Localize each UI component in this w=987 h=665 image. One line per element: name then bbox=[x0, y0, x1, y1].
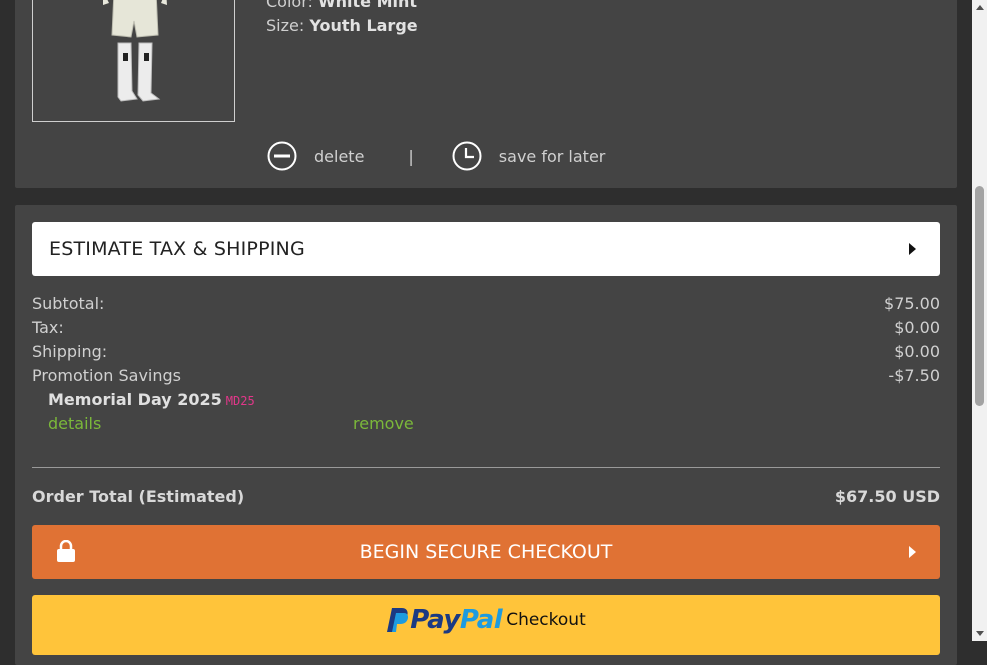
clock-icon[interactable] bbox=[452, 141, 482, 171]
caret-right-icon bbox=[909, 546, 916, 558]
paypal-checkout-button[interactable]: PayPal Checkout bbox=[32, 595, 940, 655]
product-image[interactable] bbox=[32, 0, 235, 122]
size-value: Youth Large bbox=[309, 16, 418, 35]
promo-code: MD25 bbox=[225, 394, 255, 408]
paypal-p-icon bbox=[387, 608, 409, 632]
color-value: White Mint bbox=[317, 0, 418, 11]
promotion-savings-label: Promotion Savings bbox=[32, 366, 181, 385]
item-actions: delete | save for later bbox=[267, 140, 605, 172]
divider bbox=[32, 467, 940, 468]
estimate-label: ESTIMATE TAX & SHIPPING bbox=[49, 238, 305, 260]
scrollbar-thumb[interactable] bbox=[975, 186, 984, 406]
tax-row: Tax: $0.00 bbox=[32, 316, 940, 340]
uniform-product-image bbox=[103, 0, 167, 102]
product-color: Color: White Mint bbox=[266, 0, 418, 14]
begin-secure-checkout-button[interactable]: BEGIN SECURE CHECKOUT bbox=[32, 525, 940, 579]
scroll-down-arrow-icon[interactable] bbox=[976, 631, 984, 636]
delete-link[interactable]: delete bbox=[314, 147, 364, 166]
caret-right-icon bbox=[909, 243, 916, 255]
save-for-later-link[interactable]: save for later bbox=[499, 147, 606, 166]
cart-item-card: Color: White Mint Size: Youth Large dele… bbox=[15, 0, 957, 188]
tax-value: $0.00 bbox=[894, 318, 940, 337]
promo-entry: Memorial Day 2025 MD25 bbox=[48, 388, 255, 413]
order-total-row: Order Total (Estimated) $67.50 USD bbox=[32, 485, 940, 509]
promotion-savings-value: -$7.50 bbox=[888, 366, 940, 385]
order-total-label: Order Total (Estimated) bbox=[32, 487, 245, 506]
promo-details-link[interactable]: details bbox=[48, 412, 101, 436]
tax-label: Tax: bbox=[32, 318, 64, 337]
shipping-value: $0.00 bbox=[894, 342, 940, 361]
subtotal-label: Subtotal: bbox=[32, 294, 105, 313]
estimate-tax-shipping-button[interactable]: ESTIMATE TAX & SHIPPING bbox=[32, 222, 940, 276]
minus-circle-icon[interactable] bbox=[267, 141, 297, 171]
paypal-wordmark: PayPal bbox=[410, 605, 502, 635]
page: Color: White Mint Size: Youth Large dele… bbox=[0, 0, 972, 665]
promotion-savings-row: Promotion Savings -$7.50 bbox=[32, 364, 940, 388]
product-meta: Color: White Mint Size: Youth Large bbox=[266, 0, 418, 38]
product-size: Size: Youth Large bbox=[266, 14, 418, 38]
vertical-scrollbar[interactable] bbox=[972, 0, 987, 641]
paypal-logo: PayPal Checkout bbox=[386, 605, 586, 635]
shipping-label: Shipping: bbox=[32, 342, 108, 361]
promo-remove-link[interactable]: remove bbox=[353, 412, 414, 436]
paypal-word-pal: Pal bbox=[459, 605, 503, 635]
scroll-up-arrow-icon[interactable] bbox=[976, 5, 984, 10]
paypal-word-pay: Pay bbox=[410, 605, 460, 635]
size-label: Size: bbox=[266, 16, 305, 35]
lock-icon bbox=[57, 540, 75, 562]
shipping-row: Shipping: $0.00 bbox=[32, 340, 940, 364]
promo-name: Memorial Day 2025 bbox=[48, 390, 222, 409]
color-label: Color: bbox=[266, 0, 313, 11]
subtotal-row: Subtotal: $75.00 bbox=[32, 292, 940, 316]
subtotal-value: $75.00 bbox=[884, 294, 940, 313]
order-summary-card: ESTIMATE TAX & SHIPPING Subtotal: $75.00… bbox=[15, 205, 957, 665]
order-total-value: $67.50 USD bbox=[834, 487, 940, 506]
actions-separator: | bbox=[408, 146, 414, 166]
checkout-label: BEGIN SECURE CHECKOUT bbox=[359, 541, 613, 563]
paypal-checkout-label: Checkout bbox=[506, 610, 586, 630]
